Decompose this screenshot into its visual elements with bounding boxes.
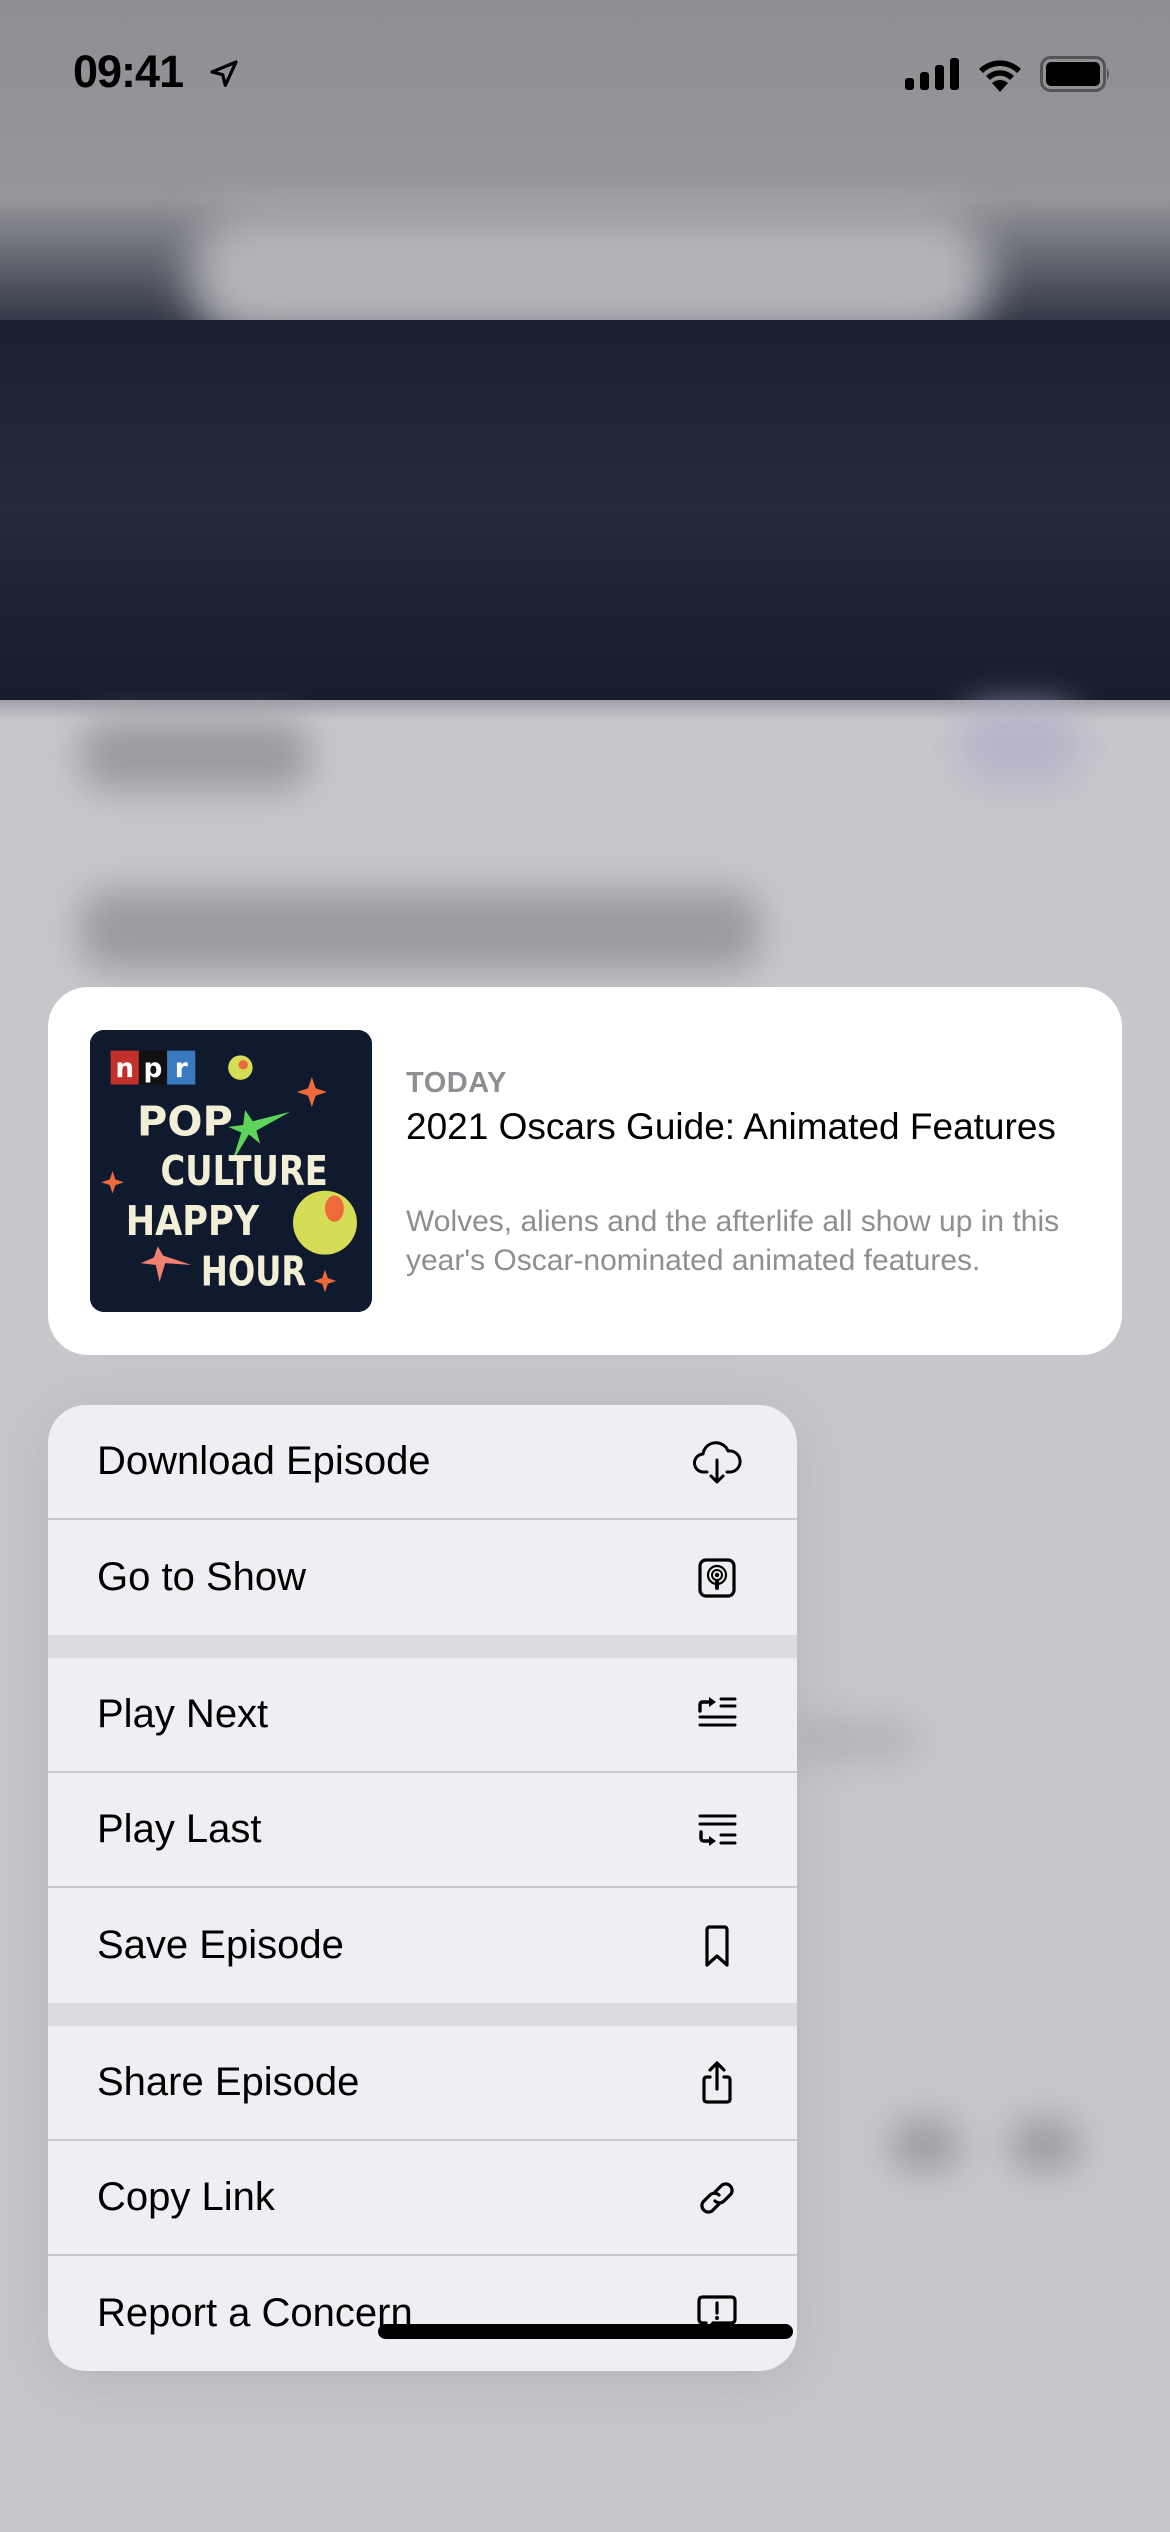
menu-item-label: Play Next <box>97 1692 269 1736</box>
share-icon <box>689 2055 745 2111</box>
play-next-icon <box>689 1687 745 1743</box>
wifi-icon <box>979 60 1021 92</box>
menu-item-label: Save Episode <box>97 1923 344 1967</box>
artwork-orange-shape <box>238 1060 248 1070</box>
link-icon <box>689 2170 745 2226</box>
cellular-signal-icon <box>905 58 959 90</box>
artwork-graphic: n p r POP CULTURE HAPPY HOUR <box>90 1030 372 1312</box>
background-blob <box>80 720 310 790</box>
podcast-app-icon <box>689 1550 745 1606</box>
location-arrow-icon <box>210 60 238 87</box>
background-blob <box>1010 2120 1080 2170</box>
cloud-download-icon <box>689 1434 745 1490</box>
artwork-orange-shape <box>325 1195 344 1222</box>
episode-description: Wolves, aliens and the afterlife all sho… <box>406 1205 1060 1277</box>
episode-preview-card[interactable]: n p r POP CULTURE HAPPY HOUR TODAY 2021 … <box>48 987 1122 1355</box>
artwork-line-culture: CULTURE <box>161 1147 328 1195</box>
artwork-line-pop: POP <box>137 1097 233 1145</box>
play-last-icon <box>689 1802 745 1858</box>
menu-item-play-last[interactable]: Play Last <box>48 1773 797 1888</box>
podcast-artwork: n p r POP CULTURE HAPPY HOUR <box>90 1030 372 1312</box>
context-menu: Download Episode Go to Show Play Next Pl… <box>48 1405 797 2371</box>
menu-item-copy-link[interactable]: Copy Link <box>48 2141 797 2256</box>
status-bar: 09:41 <box>0 0 1170 140</box>
menu-item-label: Copy Link <box>97 2175 275 2219</box>
menu-item-go-to-show[interactable]: Go to Show <box>48 1520 797 1635</box>
background-blob <box>80 890 760 970</box>
artwork-line-happy: HAPPY <box>126 1197 260 1245</box>
menu-item-report-a-concern[interactable]: Report a Concern <box>48 2256 797 2371</box>
status-time: 09:41 <box>73 46 184 97</box>
episode-date: TODAY <box>406 1067 507 1099</box>
menu-item-label: Download Episode <box>97 1439 431 1483</box>
npr-n-letter: n <box>115 1054 134 1084</box>
bookmark-icon <box>689 1918 745 1974</box>
artwork-yellow-shape <box>293 1190 357 1255</box>
menu-group-separator <box>48 1635 797 1658</box>
background-blob <box>790 1720 920 1760</box>
menu-item-label: Share Episode <box>97 2060 360 2104</box>
menu-item-share-episode[interactable]: Share Episode <box>48 2026 797 2141</box>
background-blob <box>890 2120 960 2170</box>
menu-item-save-episode[interactable]: Save Episode <box>48 1888 797 2003</box>
menu-item-download-episode[interactable]: Download Episode <box>48 1405 797 1520</box>
background-blob <box>960 705 1080 785</box>
episode-title: 2021 Oscars Guide: Animated Features <box>406 1106 1056 1147</box>
npr-r-letter: r <box>175 1054 188 1084</box>
home-indicator[interactable] <box>378 2324 793 2339</box>
menu-item-label: Play Last <box>97 1807 262 1851</box>
menu-item-label: Go to Show <box>97 1555 307 1599</box>
menu-group-separator <box>48 2003 797 2026</box>
battery-icon <box>1040 56 1109 92</box>
npr-p-letter: p <box>144 1054 163 1084</box>
menu-item-play-next[interactable]: Play Next <box>48 1658 797 1773</box>
artwork-line-hour: HOUR <box>201 1248 306 1296</box>
